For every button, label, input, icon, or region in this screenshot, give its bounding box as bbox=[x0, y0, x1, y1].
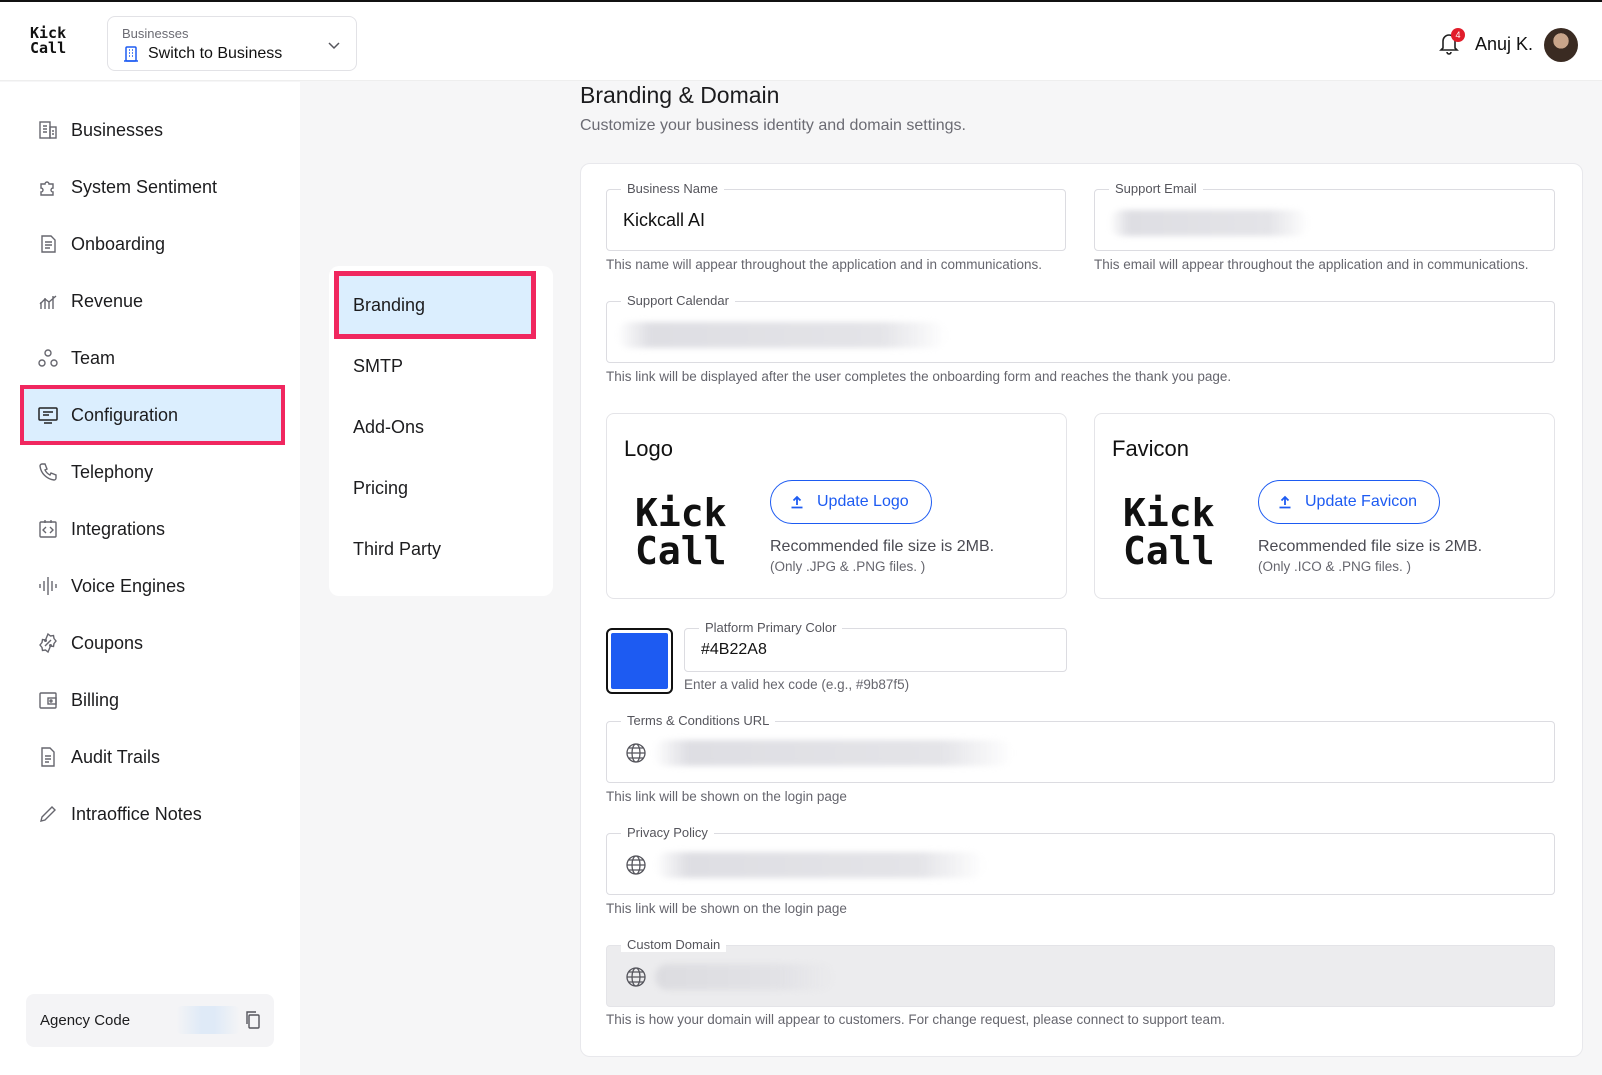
logo-recommendation: Recommended file size is 2MB. bbox=[770, 538, 995, 555]
business-switcher[interactable]: Businesses Switch to Business bbox=[107, 16, 357, 71]
sidebar-item-team[interactable]: Team bbox=[24, 332, 281, 384]
phone-icon bbox=[39, 463, 57, 481]
terms-url-label: Terms & Conditions URL bbox=[621, 713, 776, 728]
pencil-icon bbox=[40, 806, 56, 822]
agency-code-value bbox=[176, 1006, 240, 1034]
support-email-hint: This email will appear throughout the ap… bbox=[1094, 257, 1529, 272]
custom-domain-field: Custom Domain bbox=[606, 937, 1555, 1007]
custom-domain-hint: This is how your domain will appear to c… bbox=[606, 1012, 1226, 1027]
agency-code-box: Agency Code bbox=[26, 994, 274, 1047]
submenu-item-add-ons[interactable]: Add-Ons bbox=[339, 398, 531, 456]
globe-icon bbox=[626, 855, 646, 875]
sidebar-item-audit-trails[interactable]: Audit Trails bbox=[24, 731, 281, 783]
globe-icon bbox=[626, 967, 646, 987]
sidebar-item-onboarding[interactable]: Onboarding bbox=[24, 218, 281, 270]
sidebar-item-coupons[interactable]: Coupons bbox=[24, 617, 281, 669]
favicon-title: Favicon bbox=[1112, 436, 1190, 461]
sidebar-item-revenue[interactable]: Revenue bbox=[24, 275, 281, 327]
favicon-preview: Kick Call bbox=[1123, 491, 1215, 573]
submenu-item-third-party[interactable]: Third Party bbox=[339, 520, 531, 578]
page-title: Branding & Domain bbox=[580, 82, 780, 108]
terms-url-field[interactable]: Terms & Conditions URL bbox=[606, 713, 1555, 783]
chart-icon bbox=[39, 295, 57, 309]
business-switcher-value: Switch to Business bbox=[148, 45, 283, 62]
primary-color-swatch[interactable] bbox=[606, 628, 673, 694]
logo-file-types: (Only .JPG & .PNG files. ) bbox=[770, 559, 926, 574]
business-switcher-caption: Businesses bbox=[122, 26, 189, 41]
support-calendar-label: Support Calendar bbox=[621, 293, 735, 308]
update-logo-button[interactable]: Update Logo bbox=[770, 480, 932, 524]
terms-url-value bbox=[653, 740, 1013, 766]
puzzle-icon bbox=[40, 181, 54, 196]
sidebar-item-voice-engines[interactable]: Voice Engines bbox=[24, 560, 281, 612]
submenu-item-pricing[interactable]: Pricing bbox=[339, 459, 531, 517]
favicon-recommendation: Recommended file size is 2MB. bbox=[1258, 538, 1483, 555]
custom-domain-value bbox=[655, 964, 835, 990]
top-header: Kick Call Businesses Switch to Business … bbox=[0, 0, 1602, 81]
support-email-field[interactable]: Support Email bbox=[1094, 181, 1555, 251]
custom-domain-label: Custom Domain bbox=[621, 937, 727, 952]
wallet-icon bbox=[39, 692, 57, 709]
business-name-field[interactable]: Business Name Kickcall AI bbox=[606, 181, 1066, 251]
agency-code-label: Agency Code bbox=[40, 1012, 131, 1029]
support-email-label: Support Email bbox=[1109, 181, 1203, 196]
avatar[interactable] bbox=[1544, 28, 1578, 62]
logo-upload-box: Logo Kick Call Update Logo Recommended f… bbox=[606, 413, 1067, 599]
waveform-icon bbox=[39, 577, 57, 595]
privacy-policy-hint: This link will be shown on the login pag… bbox=[606, 901, 847, 916]
business-name-value: Kickcall AI bbox=[623, 210, 706, 230]
sidebar-item-billing[interactable]: Billing bbox=[24, 674, 281, 726]
configuration-submenu: Branding SMTP Add-Ons Pricing Third Part… bbox=[329, 266, 553, 596]
notification-badge: 4 bbox=[1451, 28, 1465, 42]
privacy-policy-field[interactable]: Privacy Policy bbox=[606, 825, 1555, 895]
primary-color-field[interactable]: Platform Primary Color #4B22A8 bbox=[684, 620, 1067, 672]
app-logo[interactable]: Kick Call bbox=[30, 26, 66, 56]
logo-title: Logo bbox=[624, 436, 673, 461]
support-calendar-hint: This link will be displayed after the us… bbox=[606, 369, 1232, 384]
sidebar-item-intraoffice-notes[interactable]: Intraoffice Notes bbox=[24, 788, 281, 840]
support-email-value bbox=[1109, 210, 1309, 236]
submenu-item-smtp[interactable]: SMTP bbox=[339, 337, 531, 395]
logo-preview: Kick Call bbox=[635, 491, 727, 573]
sidebar-item-system-sentiment[interactable]: System Sentiment bbox=[24, 161, 281, 213]
sidebar-item-configuration[interactable]: Configuration bbox=[20, 385, 285, 445]
primary-color-value: #4B22A8 bbox=[701, 641, 767, 658]
code-icon bbox=[39, 520, 57, 538]
team-icon bbox=[38, 349, 58, 367]
privacy-policy-label: Privacy Policy bbox=[621, 825, 714, 840]
sidebar-item-businesses[interactable]: Businesses bbox=[24, 104, 281, 156]
coupon-icon bbox=[39, 632, 57, 654]
business-name-label: Business Name bbox=[621, 181, 725, 196]
upload-icon bbox=[1279, 495, 1291, 509]
privacy-policy-value bbox=[655, 852, 985, 878]
monitor-icon bbox=[38, 407, 58, 424]
file-icon bbox=[41, 747, 55, 767]
user-name[interactable]: Anuj K. bbox=[1475, 34, 1533, 55]
favicon-file-types: (Only .ICO & .PNG files. ) bbox=[1258, 559, 1412, 574]
globe-icon bbox=[626, 743, 646, 763]
building-icon bbox=[39, 121, 57, 139]
support-calendar-value bbox=[617, 322, 947, 348]
document-icon bbox=[41, 235, 56, 253]
submenu-item-branding[interactable]: Branding bbox=[334, 271, 536, 339]
primary-color-hint: Enter a valid hex code (e.g., #9b87f5) bbox=[684, 677, 910, 692]
page-subtitle: Customize your business identity and dom… bbox=[580, 117, 966, 134]
support-calendar-field[interactable]: Support Calendar bbox=[606, 293, 1555, 363]
favicon-upload-box: Favicon Kick Call Update Favicon Recomme… bbox=[1094, 413, 1555, 599]
building-icon bbox=[124, 46, 138, 62]
sidebar-item-integrations[interactable]: Integrations bbox=[24, 503, 281, 555]
sidebar: Businesses System Sentiment Onboarding R… bbox=[0, 82, 300, 1075]
copy-icon[interactable] bbox=[244, 1010, 262, 1030]
sidebar-item-telephony[interactable]: Telephony bbox=[24, 446, 281, 498]
upload-icon bbox=[791, 495, 803, 509]
business-name-hint: This name will appear throughout the app… bbox=[606, 257, 1043, 272]
chevron-down-icon bbox=[328, 42, 340, 50]
update-favicon-button[interactable]: Update Favicon bbox=[1258, 480, 1441, 524]
primary-color-label: Platform Primary Color bbox=[699, 620, 843, 635]
terms-url-hint: This link will be shown on the login pag… bbox=[606, 789, 847, 804]
